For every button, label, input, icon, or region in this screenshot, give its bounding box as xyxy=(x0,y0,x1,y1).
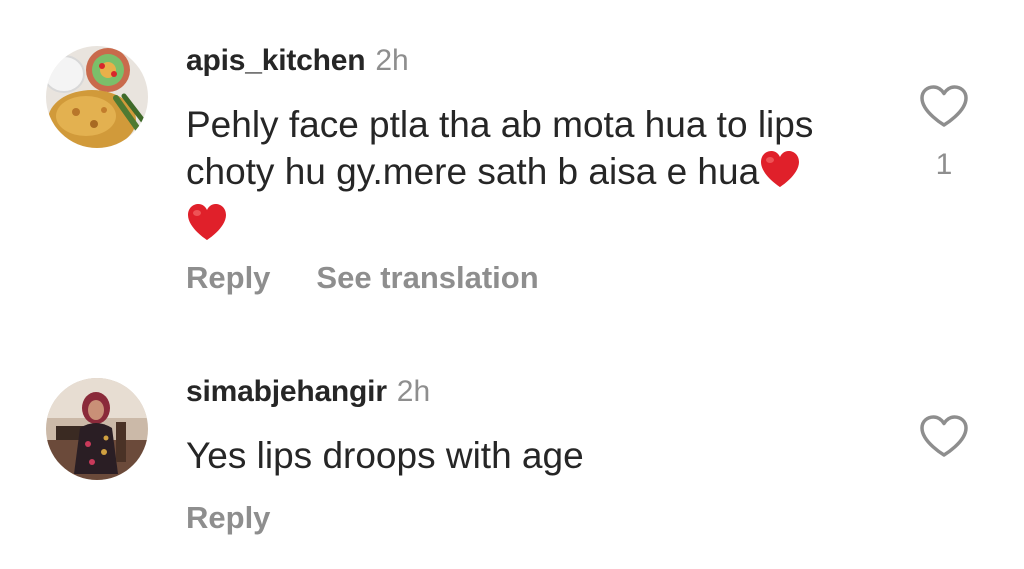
timestamp: 2h xyxy=(375,44,409,77)
like-button[interactable] xyxy=(918,84,970,130)
username[interactable]: apis_kitchen xyxy=(186,44,366,77)
avatar[interactable] xyxy=(46,378,148,480)
like-button[interactable] xyxy=(918,414,970,460)
reply-button[interactable]: Reply xyxy=(186,260,270,295)
red-heart-emoji-icon xyxy=(759,150,801,201)
heart-outline-icon xyxy=(920,415,968,457)
username[interactable]: simabjehangir xyxy=(186,375,387,408)
see-translation-button[interactable]: See translation xyxy=(316,260,538,295)
like-count: 1 xyxy=(935,148,953,181)
heart-outline-icon xyxy=(920,85,968,127)
comment-header: simabjehangir 2h xyxy=(186,375,430,409)
comment-text: Pehly face ptla tha ab mota hua to lips … xyxy=(186,101,886,254)
comment-header: apis_kitchen 2h xyxy=(186,44,409,78)
food-plate-avatar xyxy=(46,46,148,148)
red-heart-emoji-icon xyxy=(186,203,228,254)
timestamp: 2h xyxy=(396,375,431,408)
avatar[interactable] xyxy=(46,46,148,148)
profile-photo-avatar xyxy=(46,378,148,480)
comment-body: Yes lips droops with age xyxy=(186,435,584,476)
comment-body: Pehly face ptla tha ab mota hua to lips … xyxy=(186,104,814,192)
comment-actions: Reply xyxy=(186,500,316,536)
comment-actions: Reply See translation xyxy=(186,260,585,296)
reply-button[interactable]: Reply xyxy=(186,500,270,535)
comment-text: Yes lips droops with age xyxy=(186,432,886,479)
